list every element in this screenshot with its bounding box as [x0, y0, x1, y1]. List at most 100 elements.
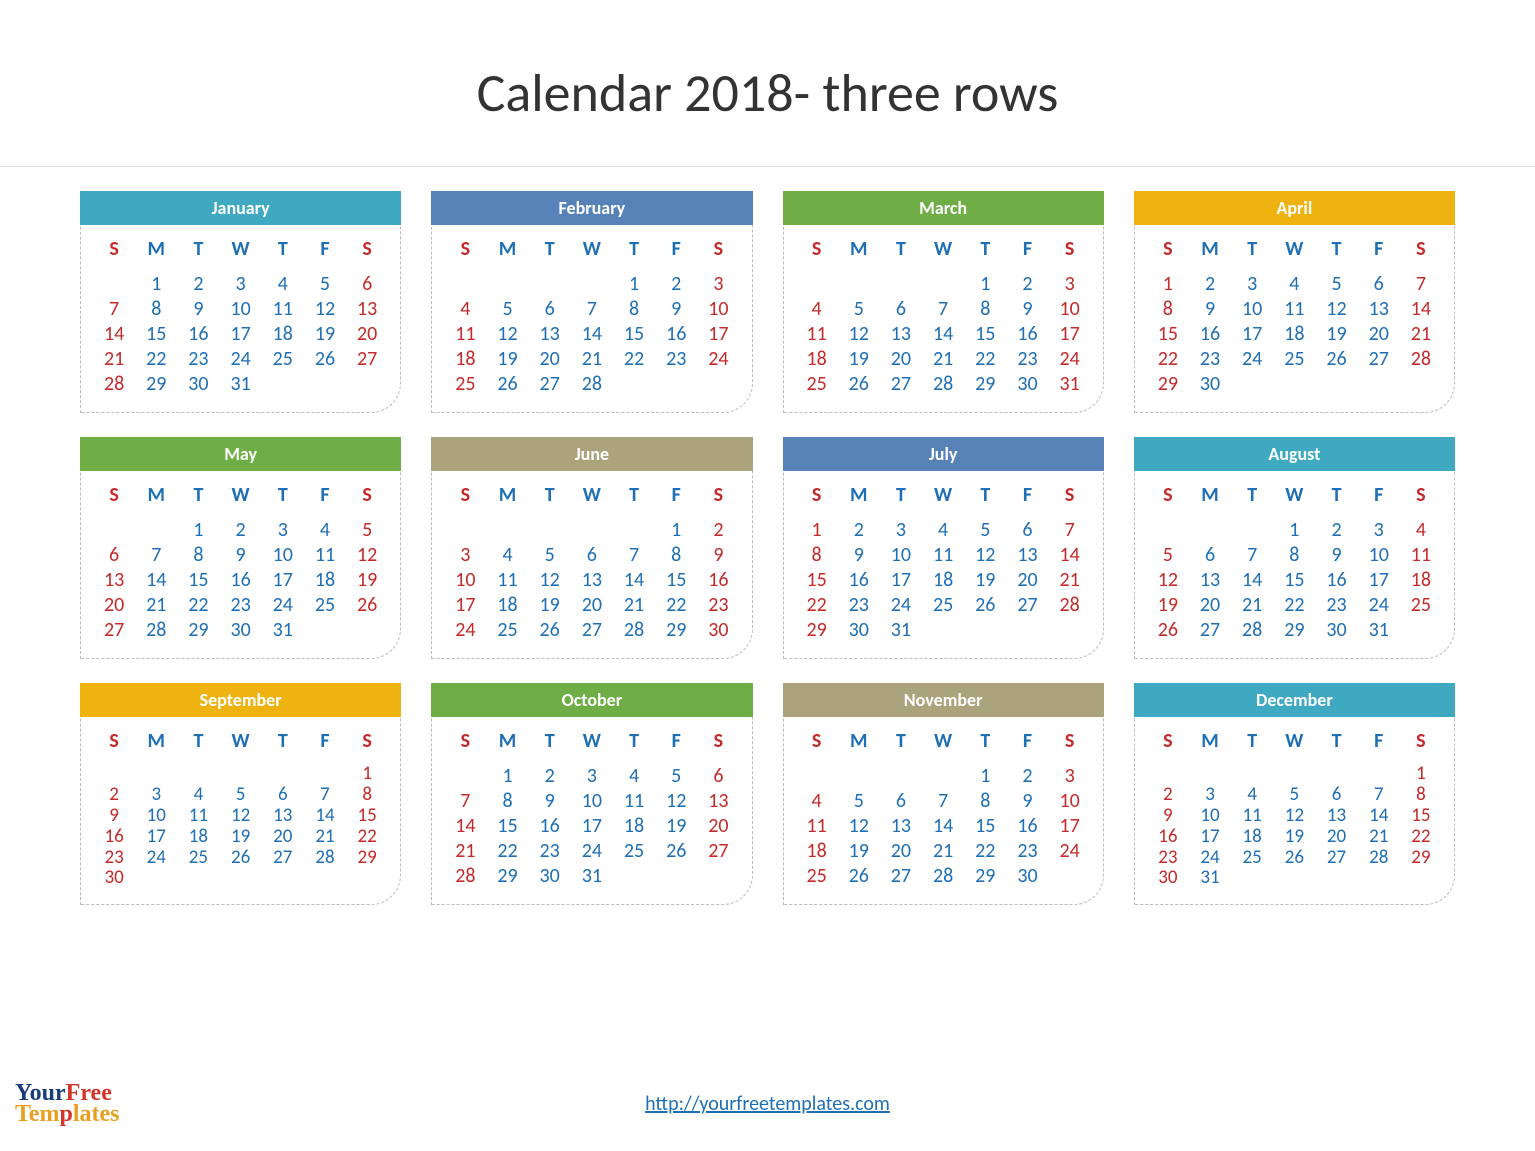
day-cell: 22: [1273, 593, 1315, 618]
day-header: T: [177, 483, 219, 518]
day-header: T: [964, 237, 1006, 272]
day-cell: 2: [838, 518, 880, 543]
day-cell: 17: [1231, 322, 1273, 347]
day-header: W: [571, 483, 613, 518]
day-cell: 24: [220, 347, 262, 372]
day-cell: 16: [1147, 827, 1189, 848]
day-cell: 18: [486, 593, 528, 618]
day-cell: 4: [1231, 785, 1273, 806]
day-cell: 20: [93, 593, 135, 618]
day-header: S: [444, 237, 486, 272]
footer-link[interactable]: http://yourfreetemplates.com: [645, 1092, 890, 1116]
day-cell: 4: [922, 518, 964, 543]
day-cell: 27: [93, 618, 135, 643]
days-grid: SMTWTFS000012345678910111213141516171819…: [784, 729, 1103, 889]
day-header: T: [613, 237, 655, 272]
day-cell: 15: [964, 322, 1006, 347]
days-grid: SMTWTFS000000123456789101112131415161718…: [1135, 729, 1454, 889]
day-cell: 14: [922, 322, 964, 347]
day-header: W: [1273, 483, 1315, 518]
day-cell: 23: [697, 593, 739, 618]
day-cell: 29: [177, 618, 219, 643]
day-cell: 17: [880, 568, 922, 593]
day-cell: 18: [177, 827, 219, 848]
day-cell: 22: [346, 827, 388, 848]
day-cell: 31: [571, 864, 613, 889]
day-cell: 8: [796, 543, 838, 568]
day-cell: 19: [220, 827, 262, 848]
day-cell: 2: [1189, 272, 1231, 297]
day-cell: 3: [880, 518, 922, 543]
day-cell: 18: [613, 814, 655, 839]
day-cell: 13: [262, 806, 304, 827]
days-grid: SMTWTFS000000123456789101112131415161718…: [81, 729, 400, 889]
day-cell: 24: [135, 848, 177, 869]
day-cell: 1: [346, 764, 388, 785]
day-cell: 19: [1147, 593, 1189, 618]
day-cell: 2: [1006, 272, 1048, 297]
day-cell: 27: [880, 372, 922, 397]
day-cell: 10: [135, 806, 177, 827]
day-cell: 18: [444, 347, 486, 372]
day-cell: 1: [1147, 272, 1189, 297]
day-cell: 7: [1400, 272, 1442, 297]
day-cell: 20: [880, 839, 922, 864]
day-cell: 6: [346, 272, 388, 297]
day-cell: 20: [262, 827, 304, 848]
day-cell: 27: [1006, 593, 1048, 618]
calendar-grid: JanuarySMTWTFS01234567891011121314151617…: [0, 192, 1535, 905]
day-cell: 8: [1147, 297, 1189, 322]
days-grid: SMTWTFS001234567891011121314151617181920…: [81, 483, 400, 643]
day-cell: 1: [1273, 518, 1315, 543]
day-cell: 5: [486, 297, 528, 322]
month-may: May SMTWTFS001234567891011121314151617181…: [80, 438, 401, 659]
days-grid: SMTWTFS123456789101112131415161718192021…: [1135, 237, 1454, 397]
day-cell: 24: [444, 618, 486, 643]
day-cell: 23: [655, 347, 697, 372]
day-cell: 21: [922, 839, 964, 864]
day-cell: 9: [177, 297, 219, 322]
day-cell: 27: [880, 864, 922, 889]
day-cell: 1: [964, 764, 1006, 789]
month-header: August: [1134, 437, 1455, 471]
days-grid: SMTWTFS000012345678910111213141516171819…: [784, 237, 1103, 397]
day-cell: 27: [697, 839, 739, 864]
day-cell: 9: [838, 543, 880, 568]
day-cell: 6: [1315, 785, 1357, 806]
day-header: T: [1315, 237, 1357, 272]
day-cell: 2: [220, 518, 262, 543]
day-header: F: [1006, 483, 1048, 518]
day-cell: 12: [1147, 568, 1189, 593]
day-header: M: [135, 237, 177, 272]
day-header: M: [486, 237, 528, 272]
day-header: F: [655, 483, 697, 518]
day-header: T: [880, 237, 922, 272]
day-cell: 6: [1358, 272, 1400, 297]
day-cell: 29: [655, 618, 697, 643]
day-cell: 10: [1358, 543, 1400, 568]
day-cell: 25: [796, 372, 838, 397]
day-cell: 28: [304, 848, 346, 869]
day-cell: 7: [93, 297, 135, 322]
day-header: T: [880, 729, 922, 764]
day-cell: 18: [304, 568, 346, 593]
day-cell: 15: [964, 814, 1006, 839]
day-cell: 27: [262, 848, 304, 869]
day-cell: 6: [697, 764, 739, 789]
month-header: April: [1134, 191, 1455, 225]
day-cell: 2: [529, 764, 571, 789]
day-cell: 12: [964, 543, 1006, 568]
day-header: S: [1400, 237, 1442, 272]
day-header: S: [444, 729, 486, 764]
day-cell: 2: [177, 272, 219, 297]
month-header: May: [80, 437, 401, 471]
day-header: M: [1189, 237, 1231, 272]
day-cell: 25: [1273, 347, 1315, 372]
days-grid: SMTWTFS012345678910111213141516171819202…: [81, 237, 400, 397]
day-cell: 21: [304, 827, 346, 848]
day-header: W: [1273, 729, 1315, 764]
day-cell: 21: [1400, 322, 1442, 347]
day-cell: 30: [1006, 864, 1048, 889]
day-cell: 22: [486, 839, 528, 864]
day-header: T: [613, 729, 655, 764]
